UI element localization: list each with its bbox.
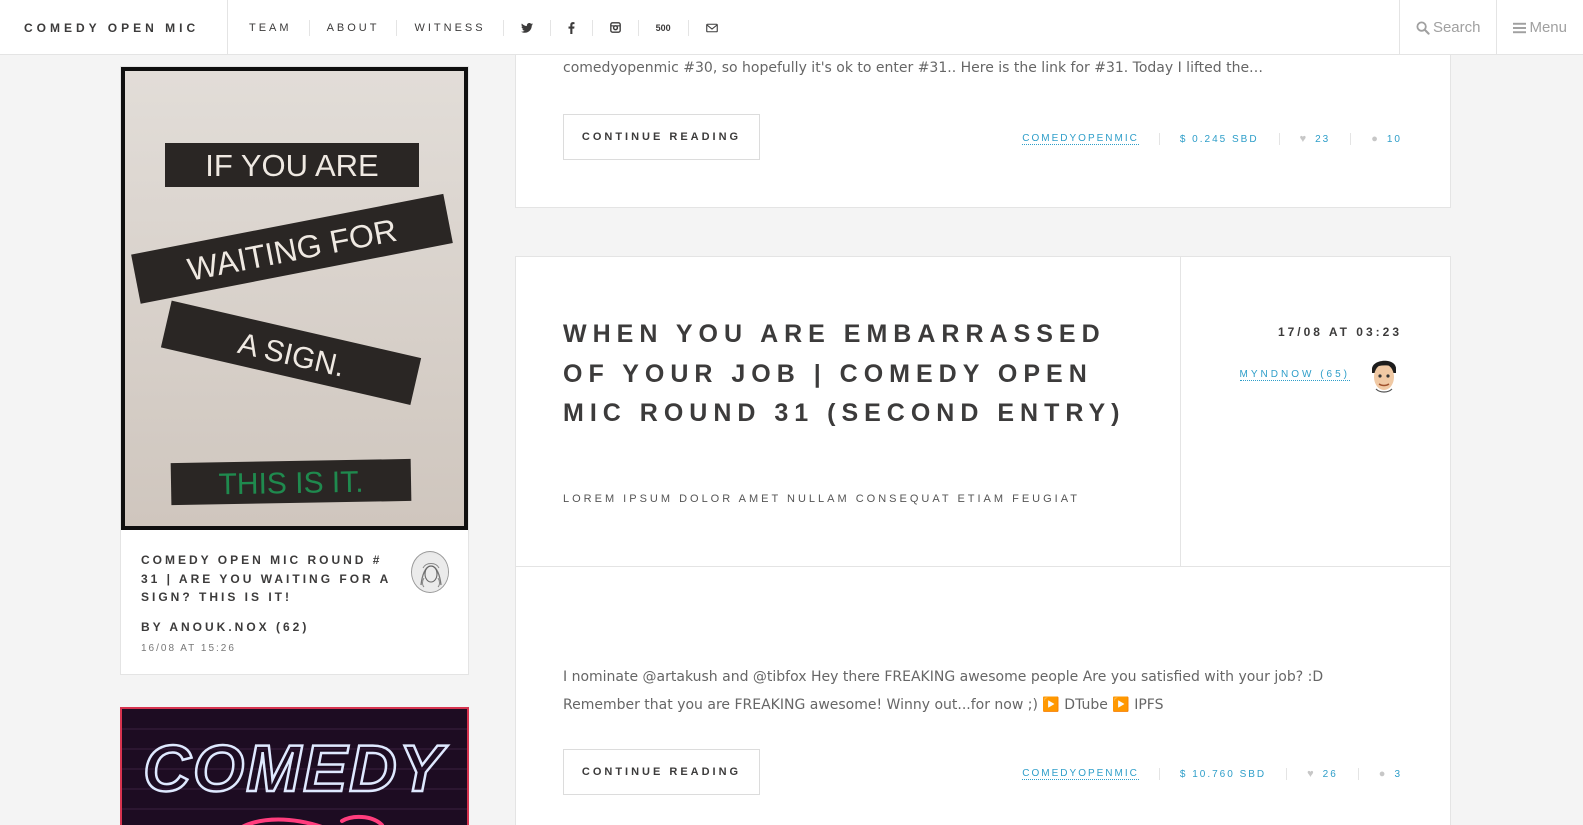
post-tag-link[interactable]: COMEDYOPENMIC (1022, 133, 1139, 145)
post-payout: $ 10.760 SBD (1179, 768, 1267, 780)
post-stats: COMEDYOPENMIC $ 0.245 SBD ♥ 23 ● 10 (1022, 133, 1402, 145)
author-link[interactable]: ANOUK.NOX (62) (169, 620, 309, 634)
sidebar-post-author: BY ANOUK.NOX (62) (141, 620, 451, 634)
comments-stat[interactable]: ● 10 (1350, 133, 1402, 145)
site-logo[interactable]: COMEDY OPEN MIC (24, 0, 199, 55)
post-meta: 17/08 AT 03:23 MYNDNOW (65) (1180, 257, 1450, 567)
post-header: WHEN YOU ARE EMBARRASSED OF YOUR JOB | C… (516, 257, 1450, 567)
500px-icon[interactable]: 500 (637, 19, 688, 36)
facebook-icon[interactable] (549, 19, 592, 36)
heart-icon: ♥ (1307, 768, 1316, 780)
post-excerpt: I nominate @artakush and @tibfox Hey the… (563, 669, 1324, 713)
comment-icon: ● (1378, 768, 1388, 780)
author-avatar[interactable] (411, 551, 449, 593)
author-avatar[interactable] (1366, 353, 1402, 397)
post-card-2: WHEN YOU ARE EMBARRASSED OF YOUR JOB | C… (515, 256, 1451, 825)
menu-label: Menu (1529, 19, 1567, 36)
top-header: COMEDY OPEN MIC TEAM ABOUT WITNESS 500 S… (0, 0, 1583, 55)
search-label: Search (1432, 19, 1481, 36)
neon-comedy-text: COMEDY (143, 731, 448, 805)
post-author-link[interactable]: MYNDNOW (65) (1239, 369, 1350, 381)
heart-icon: ♥ (1299, 133, 1309, 145)
continue-reading-button[interactable]: CONTINUE READING (563, 749, 760, 795)
sidebar-post-card[interactable]: IF YOU ARE WAITING FOR A SIGN. THIS IS I… (120, 66, 469, 675)
menu-button[interactable]: Menu (1496, 0, 1583, 55)
post-title[interactable]: WHEN YOU ARE EMBARRASSED OF YOUR JOB | C… (563, 315, 1163, 434)
post-subtitle: LOREM IPSUM DOLOR AMET NULLAM CONSEQUAT … (563, 493, 1080, 505)
continue-reading-button[interactable]: CONTINUE READING (563, 114, 760, 160)
comments-count: 3 (1394, 768, 1402, 780)
logo-divider (227, 0, 228, 55)
envelope-icon[interactable] (687, 19, 735, 36)
search-icon (1416, 20, 1430, 35)
search-button[interactable]: Search (1398, 0, 1497, 55)
header-actions: Search Menu (1398, 0, 1583, 55)
comments-stat[interactable]: ● 3 (1357, 768, 1402, 780)
nav-about[interactable]: ABOUT (308, 19, 397, 36)
post-thumbnail[interactable]: IF YOU ARE WAITING FOR A SIGN. THIS IS I… (121, 67, 468, 530)
author-prefix: BY (141, 619, 164, 634)
post-tag-link[interactable]: COMEDYOPENMIC (1022, 768, 1139, 780)
instagram-icon[interactable] (591, 19, 638, 36)
post-payout: $ 0.245 SBD (1179, 133, 1259, 145)
likes-count: 23 (1315, 133, 1331, 145)
nav-witness[interactable]: WITNESS (396, 19, 502, 36)
nav-team[interactable]: TEAM (232, 20, 309, 36)
hamburger-icon (1513, 22, 1527, 33)
post-stats: COMEDYOPENMIC $ 10.760 SBD ♥ 26 ● 3 (1022, 768, 1402, 780)
likes-stat[interactable]: ♥ 23 (1278, 133, 1351, 145)
sign-line-1: IF YOU ARE (205, 148, 378, 183)
comments-count: 10 (1386, 133, 1402, 145)
likes-stat[interactable]: ♥ 26 (1286, 768, 1358, 780)
main-nav: TEAM ABOUT WITNESS 500 (232, 0, 735, 55)
sidebar-next-post-thumbnail[interactable]: COMEDY (120, 707, 469, 825)
sign-line-4: THIS IS IT. (218, 466, 364, 502)
post-date: 17/08 AT 03:23 (1277, 325, 1402, 339)
sidebar-post-info: COMEDY OPEN MIC ROUND # 31 | ARE YOU WAI… (141, 551, 451, 654)
post-excerpt: comedyopenmic #30, so hopefully it's ok … (563, 60, 1264, 76)
comment-icon: ● (1371, 133, 1380, 145)
twitter-icon[interactable] (502, 19, 550, 36)
sidebar-post-date: 16/08 AT 15:26 (141, 642, 236, 654)
post-card-1: comedyopenmic #30, so hopefully it's ok … (515, 40, 1451, 208)
sidebar-post-title[interactable]: COMEDY OPEN MIC ROUND # 31 | ARE YOU WAI… (141, 551, 397, 607)
likes-count: 26 (1322, 768, 1338, 780)
